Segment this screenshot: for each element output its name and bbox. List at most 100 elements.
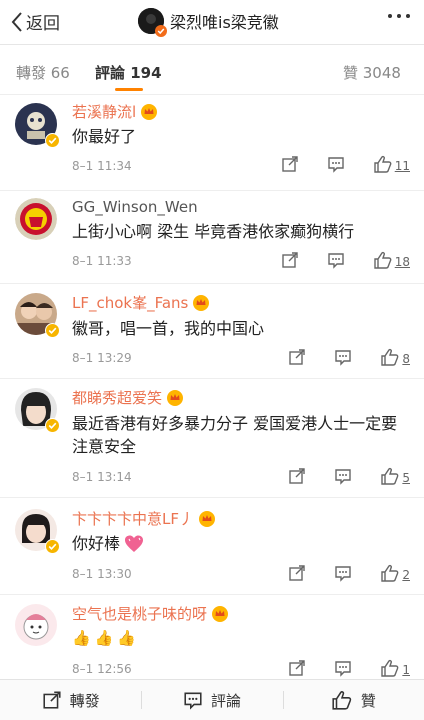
- commenter-name[interactable]: 空气也是桃子味的呀: [72, 603, 229, 624]
- user-avatar[interactable]: [138, 8, 167, 37]
- vip-crown-icon: [199, 510, 215, 527]
- nav-user[interactable]: 梁烈唯is梁竞徽: [138, 8, 279, 37]
- comment-button[interactable]: 評論: [141, 680, 282, 720]
- like-count: 5: [402, 471, 410, 485]
- like-post-button[interactable]: 贊: [282, 680, 424, 720]
- like-button[interactable]: 5: [380, 467, 410, 485]
- comment-item: 若溪静流l 你最好了 8–1 11:34 11: [0, 95, 424, 191]
- comment-time: 8–1 13:14: [72, 470, 132, 484]
- vip-crown-icon: [141, 103, 158, 120]
- like-button[interactable]: 8: [380, 348, 410, 366]
- comment-text-row: 你好棒: [72, 532, 406, 555]
- thumbs-up-icon: [381, 564, 399, 582]
- vip-crown-icon: [212, 605, 229, 622]
- commenter-name[interactable]: 若溪静流l: [72, 101, 158, 122]
- comment-actions: 5: [260, 467, 410, 485]
- comment-text: 你好棒: [72, 534, 121, 553]
- comment-time: 8–1 11:34: [72, 159, 132, 173]
- comment-icon: [328, 253, 344, 269]
- commenter-name[interactable]: GG_Winson_Wen: [72, 198, 198, 216]
- verified-badge-icon: [45, 418, 60, 433]
- avatar[interactable]: [15, 509, 60, 554]
- avatar-image: [15, 198, 57, 240]
- thumbs-up-icon: [381, 467, 399, 485]
- back-label: 返回: [26, 14, 60, 34]
- comment-item: 空气也是桃子味的呀 👍👍👍 8–1 12:56 1: [0, 594, 424, 680]
- comment-icon: [335, 566, 352, 582]
- back-button[interactable]: 返回: [10, 9, 60, 34]
- share-button[interactable]: [288, 467, 306, 485]
- avatar[interactable]: [15, 293, 60, 338]
- commenter-name-text: LF_chok峯_Fans: [72, 294, 189, 312]
- thumbs-up-icon: [374, 251, 392, 269]
- comment-icon: [328, 157, 344, 173]
- comment-text: 徽哥，唱一首，我的中国心: [72, 319, 265, 338]
- repost-label: 轉發: [69, 691, 100, 710]
- like-count: 1: [402, 663, 410, 677]
- like-count: 18: [394, 255, 410, 269]
- share-button[interactable]: [281, 251, 299, 269]
- like-count: 2: [402, 568, 410, 582]
- comment-item: 都睇秀超爱笑 最近香港有好多暴力分子 爱国爱港人士一定要注意安全 8–1 13:…: [0, 378, 424, 498]
- comment-item: GG_Winson_Wen 上街小心啊 梁生 毕竟香港依家癫狗横行 8–1 11…: [0, 190, 424, 284]
- comment-icon: [184, 692, 202, 710]
- avatar[interactable]: [15, 388, 60, 433]
- commenter-name[interactable]: 卞卞卞卞中意LF丿: [72, 508, 216, 529]
- like-button[interactable]: 2: [380, 564, 410, 582]
- share-icon: [282, 252, 298, 268]
- commenter-name-text: 空气也是桃子味的呀: [72, 605, 208, 623]
- comment-actions: 11: [253, 155, 410, 173]
- reply-button[interactable]: [334, 564, 352, 582]
- bottom-toolbar: 轉發 評論 贊: [0, 679, 424, 720]
- more-options-icon[interactable]: [388, 14, 410, 18]
- comment-item: 卞卞卞卞中意LF丿 你好棒 8–1 13:30 2: [0, 497, 424, 595]
- avatar[interactable]: [15, 198, 57, 240]
- comment-text: 你最好了: [72, 127, 137, 146]
- like-count: 8: [402, 352, 410, 366]
- share-button[interactable]: [288, 564, 306, 582]
- thumbs-up-icon: [381, 659, 399, 677]
- avatar[interactable]: [15, 604, 57, 646]
- reply-button[interactable]: [327, 155, 345, 173]
- share-button[interactable]: [281, 155, 299, 173]
- thumbs-up-icon: [374, 155, 392, 173]
- avatar[interactable]: [15, 103, 60, 148]
- tab-comments[interactable]: 評論 194: [95, 62, 162, 83]
- tab-reposts[interactable]: 轉發 66: [16, 62, 70, 83]
- share-button[interactable]: [288, 659, 306, 677]
- comment-actions: 8: [260, 348, 410, 366]
- share-button[interactable]: [288, 348, 306, 366]
- reply-button[interactable]: [334, 659, 352, 677]
- reply-button[interactable]: [334, 467, 352, 485]
- like-button[interactable]: 1: [380, 659, 410, 677]
- share-icon: [289, 660, 306, 676]
- comment-icon: [335, 350, 352, 366]
- like-button[interactable]: 11: [373, 155, 410, 173]
- thumbs-up-icon: [332, 691, 352, 710]
- repost-button[interactable]: 轉發: [0, 680, 141, 720]
- tab-likes[interactable]: 贊 3048: [343, 62, 401, 83]
- comment-text: 最近香港有好多暴力分子 爱国爱港人士一定要注意安全: [72, 414, 398, 456]
- commenter-name-text: 若溪静流l: [72, 103, 137, 121]
- comment-actions: 2: [260, 564, 410, 582]
- share-icon: [289, 468, 306, 484]
- like-button[interactable]: 18: [373, 251, 410, 269]
- reply-button[interactable]: [327, 251, 345, 269]
- commenter-name-text: GG_Winson_Wen: [72, 198, 198, 216]
- reply-button[interactable]: [334, 348, 352, 366]
- comment-icon: [335, 661, 352, 677]
- verified-badge-icon: [155, 25, 167, 37]
- page-title: 梁烈唯is梁竞徽: [170, 13, 279, 32]
- commenter-name-text: 都睇秀超爱笑: [72, 389, 163, 407]
- active-tab-indicator: [115, 88, 143, 91]
- comment-time: 8–1 13:29: [72, 351, 132, 365]
- comment-time: 8–1 11:33: [72, 254, 132, 268]
- commenter-name[interactable]: LF_chok峯_Fans: [72, 292, 210, 313]
- sparkling-heart-icon: [125, 535, 144, 552]
- chevron-left-icon: [11, 11, 22, 32]
- comment-time: 8–1 13:30: [72, 567, 132, 581]
- like-count: 11: [394, 159, 410, 173]
- verified-badge-icon: [45, 323, 60, 338]
- commenter-name[interactable]: 都睇秀超爱笑: [72, 387, 184, 408]
- comment-actions: 18: [253, 251, 410, 269]
